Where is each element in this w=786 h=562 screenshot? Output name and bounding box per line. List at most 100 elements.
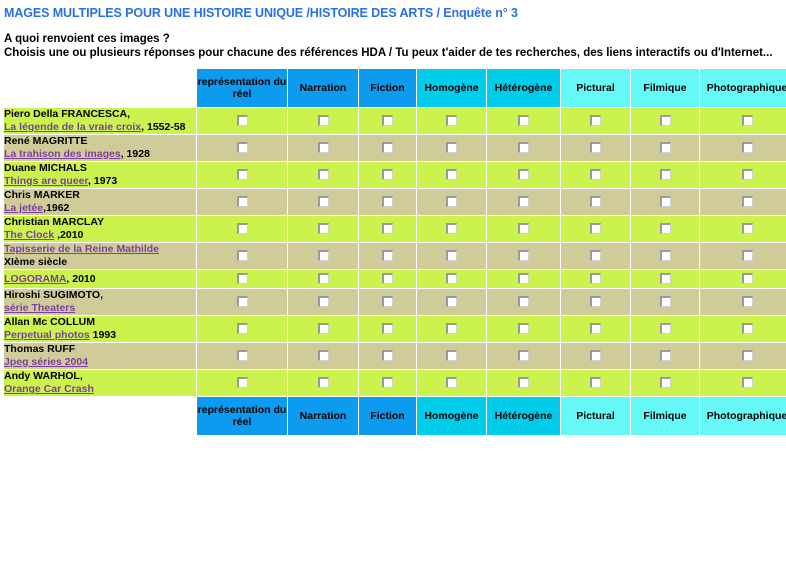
checkbox-icon[interactable]: [236, 250, 248, 262]
checkbox-icon[interactable]: [317, 296, 329, 308]
checkbox-icon[interactable]: [741, 296, 753, 308]
checkbox-icon[interactable]: [317, 273, 329, 285]
checkbox-icon[interactable]: [446, 169, 457, 181]
checkbox-icon[interactable]: [446, 250, 457, 262]
checkbox-icon[interactable]: [659, 223, 671, 235]
checkbox-icon[interactable]: [382, 323, 393, 335]
checkbox-icon[interactable]: [317, 115, 329, 127]
reference-link[interactable]: Orange Car Crash: [4, 383, 94, 395]
checkbox-icon[interactable]: [590, 169, 601, 181]
checkbox-icon[interactable]: [382, 196, 393, 208]
checkbox-icon[interactable]: [590, 223, 601, 235]
reference-link[interactable]: La légende de la vraie croix: [4, 121, 141, 133]
checkbox-icon[interactable]: [518, 115, 529, 127]
checkbox-icon[interactable]: [446, 115, 457, 127]
checkbox-icon[interactable]: [741, 323, 753, 335]
checkbox-icon[interactable]: [659, 196, 671, 208]
checkbox-icon[interactable]: [659, 250, 671, 262]
checkbox-icon[interactable]: [317, 377, 329, 389]
checkbox-icon[interactable]: [446, 223, 457, 235]
reference-link[interactable]: La trahison des images: [4, 148, 121, 160]
checkbox-icon[interactable]: [446, 273, 457, 285]
checkbox-icon[interactable]: [659, 350, 671, 362]
checkbox-icon[interactable]: [382, 377, 393, 389]
checkbox-icon[interactable]: [446, 350, 457, 362]
checkbox-icon[interactable]: [382, 115, 393, 127]
reference-link[interactable]: LOGORAMA: [4, 273, 66, 285]
checkbox-icon[interactable]: [382, 273, 393, 285]
checkbox-icon[interactable]: [317, 323, 329, 335]
checkbox-icon[interactable]: [236, 115, 248, 127]
checkbox-icon[interactable]: [659, 377, 671, 389]
checkbox-icon[interactable]: [236, 350, 248, 362]
checkbox-icon[interactable]: [741, 115, 753, 127]
checkbox-icon[interactable]: [317, 250, 329, 262]
reference-author: Christian MARCLAY: [4, 216, 104, 228]
checkbox-icon[interactable]: [317, 196, 329, 208]
checkbox-icon[interactable]: [382, 250, 393, 262]
checkbox-icon[interactable]: [659, 296, 671, 308]
checkbox-icon[interactable]: [741, 273, 753, 285]
checkbox-icon[interactable]: [590, 196, 601, 208]
checkbox-icon[interactable]: [236, 169, 248, 181]
checkbox-icon[interactable]: [590, 296, 601, 308]
checkbox-icon[interactable]: [518, 142, 529, 154]
checkbox-icon[interactable]: [518, 323, 529, 335]
checkbox-icon[interactable]: [236, 323, 248, 335]
checkbox-icon[interactable]: [741, 169, 753, 181]
checkbox-icon[interactable]: [659, 273, 671, 285]
checkbox-icon[interactable]: [382, 223, 393, 235]
checkbox-icon[interactable]: [446, 296, 457, 308]
checkbox-icon[interactable]: [590, 323, 601, 335]
checkbox-icon[interactable]: [590, 377, 601, 389]
checkbox-icon[interactable]: [659, 323, 671, 335]
checkbox-icon[interactable]: [590, 142, 601, 154]
reference-link[interactable]: Jpeg séries 2004: [4, 356, 88, 368]
checkbox-icon[interactable]: [741, 223, 753, 235]
checkbox-icon[interactable]: [659, 142, 671, 154]
reference-link[interactable]: série Theaters: [4, 302, 75, 314]
checkbox-icon[interactable]: [382, 296, 393, 308]
checkbox-icon[interactable]: [590, 350, 601, 362]
checkbox-icon[interactable]: [236, 142, 248, 154]
checkbox-icon[interactable]: [741, 350, 753, 362]
checkbox-icon[interactable]: [518, 350, 529, 362]
reference-link[interactable]: Things are queer: [4, 175, 88, 187]
checkbox-icon[interactable]: [382, 350, 393, 362]
checkbox-icon[interactable]: [236, 196, 248, 208]
checkbox-icon[interactable]: [518, 273, 529, 285]
checkbox-icon[interactable]: [317, 350, 329, 362]
checkbox-icon[interactable]: [741, 377, 753, 389]
reference-link[interactable]: Perpetual photos: [4, 329, 90, 341]
checkbox-icon[interactable]: [518, 169, 529, 181]
checkbox-icon[interactable]: [236, 377, 248, 389]
checkbox-icon[interactable]: [518, 196, 529, 208]
checkbox-icon[interactable]: [446, 142, 457, 154]
checkbox-icon[interactable]: [741, 250, 753, 262]
checkbox-icon[interactable]: [518, 377, 529, 389]
checkbox-icon[interactable]: [518, 296, 529, 308]
checkbox-icon[interactable]: [518, 223, 529, 235]
checkbox-icon[interactable]: [741, 196, 753, 208]
checkbox-icon[interactable]: [659, 169, 671, 181]
checkbox-icon[interactable]: [317, 223, 329, 235]
checkbox-icon[interactable]: [590, 273, 601, 285]
checkbox-icon[interactable]: [382, 169, 393, 181]
checkbox-icon[interactable]: [382, 142, 393, 154]
checkbox-icon[interactable]: [590, 250, 601, 262]
checkbox-icon[interactable]: [590, 115, 601, 127]
checkbox-icon[interactable]: [518, 250, 529, 262]
reference-link[interactable]: The Clock: [4, 229, 54, 241]
reference-link[interactable]: La jetée: [4, 202, 43, 214]
checkbox-icon[interactable]: [236, 273, 248, 285]
checkbox-icon[interactable]: [236, 223, 248, 235]
checkbox-icon[interactable]: [446, 323, 457, 335]
checkbox-icon[interactable]: [317, 169, 329, 181]
checkbox-icon[interactable]: [741, 142, 753, 154]
checkbox-icon[interactable]: [446, 377, 457, 389]
checkbox-icon[interactable]: [446, 196, 457, 208]
checkbox-icon[interactable]: [236, 296, 248, 308]
checkbox-icon[interactable]: [317, 142, 329, 154]
reference-link[interactable]: Tapisserie de la Reine Mathilde: [4, 243, 159, 255]
checkbox-icon[interactable]: [659, 115, 671, 127]
